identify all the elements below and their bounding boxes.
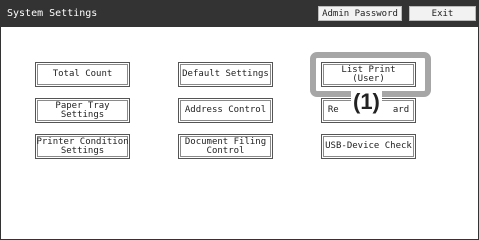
default-settings-button[interactable]: Default Settings	[178, 62, 273, 87]
callout-label: (1)	[351, 89, 382, 115]
admin-password-button[interactable]: Admin Password	[318, 6, 402, 21]
address-control-button[interactable]: Address Control	[178, 98, 273, 123]
printer-condition-settings-button[interactable]: Printer Condition Settings	[35, 134, 130, 159]
window-title: System Settings	[7, 8, 98, 19]
exit-button[interactable]: Exit	[409, 6, 476, 21]
paper-tray-settings-button[interactable]: Paper Tray Settings	[35, 98, 130, 123]
total-count-button[interactable]: Total Count	[35, 62, 130, 87]
usb-device-check-button[interactable]: USB-Device Check	[321, 134, 416, 159]
document-filing-control-button[interactable]: Document Filing Control	[178, 134, 273, 159]
title-bar: System Settings Admin Password Exit	[1, 1, 478, 27]
